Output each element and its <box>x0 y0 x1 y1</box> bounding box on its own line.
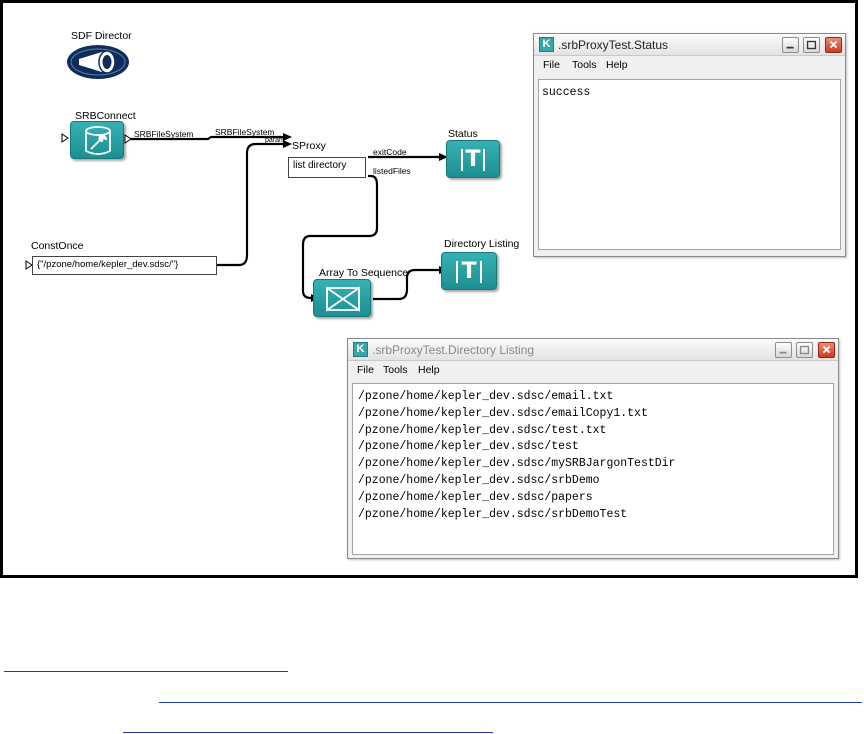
listing-line: /pzone/home/kepler_dev.sdsc/test <box>358 440 579 454</box>
kepler-k-icon: K <box>539 37 554 52</box>
srbconnect-input-port[interactable] <box>61 133 69 143</box>
menu-help[interactable]: Help <box>606 59 628 71</box>
bowtie-icon <box>326 286 360 312</box>
listing-line: /pzone/home/kepler_dev.sdsc/emailCopy1.t… <box>358 406 648 420</box>
minimize-icon <box>779 351 787 354</box>
kepler-k-icon: K <box>353 342 368 357</box>
array-to-sequence-actor[interactable] <box>313 279 371 317</box>
status-window-menubar: File Tools Help <box>534 56 845 74</box>
maximize-icon <box>806 40 817 50</box>
minimize-button[interactable] <box>775 342 792 358</box>
listing-window-text-area[interactable]: /pzone/home/kepler_dev.sdsc/email.txt /p… <box>352 383 834 555</box>
sproxy-actor[interactable]: list directory <box>288 157 366 178</box>
sproxy-label: SProxy <box>292 140 326 152</box>
listing-window[interactable]: K .srbProxyTest.Directory Listing File T… <box>347 338 839 559</box>
director-icon[interactable] <box>65 42 131 82</box>
director-label: SDF Director <box>71 30 132 42</box>
listing-window-titlebar[interactable]: K .srbProxyTest.Directory Listing <box>348 339 838 361</box>
menu-file[interactable]: File <box>357 364 374 376</box>
maximize-button[interactable] <box>803 37 820 53</box>
status-actor-label: Status <box>448 128 478 140</box>
status-window-text-area[interactable]: success <box>538 79 841 250</box>
listing-line: /pzone/home/kepler_dev.sdsc/test.txt <box>358 423 607 437</box>
directory-listing-actor-label: Directory Listing <box>444 238 520 250</box>
text-display-icon: T <box>461 258 477 284</box>
srbconnect-output-port-label: SRBFileSystem <box>134 129 194 139</box>
status-text: success <box>542 86 591 99</box>
close-button[interactable] <box>818 342 835 358</box>
array-to-sequence-label: Array To Sequence <box>319 267 409 279</box>
maximize-button[interactable] <box>796 342 813 358</box>
wire-constonce-sproxy <box>217 142 283 267</box>
listing-window-title: .srbProxyTest.Directory Listing <box>372 343 535 357</box>
listing-line: /pzone/home/kepler_dev.sdsc/papers <box>358 490 593 504</box>
sproxy-param-port-label: param <box>265 137 285 144</box>
menu-tools[interactable]: Tools <box>572 59 597 71</box>
link-underline <box>159 702 862 703</box>
sproxy-listedfiles-port-label: listedFiles <box>373 166 411 176</box>
menu-help[interactable]: Help <box>418 364 440 376</box>
sproxy-exitcode-port-label: exitCode <box>373 147 407 157</box>
listing-line: /pzone/home/kepler_dev.sdsc/mySRBJargonT… <box>358 457 676 471</box>
close-icon <box>822 345 831 354</box>
link-underline <box>4 671 288 672</box>
maximize-icon <box>799 345 810 355</box>
listing-line: /pzone/home/kepler_dev.sdsc/srbDemoTest <box>358 507 628 521</box>
workflow-canvas[interactable]: SDF Director SRBConnect SRBFileSystem SR… <box>0 0 858 578</box>
close-icon <box>829 40 838 49</box>
database-wrench-icon <box>85 126 111 155</box>
close-button[interactable] <box>825 37 842 53</box>
menu-file[interactable]: File <box>543 59 560 71</box>
srbconnect-output-port[interactable] <box>124 134 132 144</box>
status-window-titlebar[interactable]: K .srbProxyTest.Status <box>534 34 845 56</box>
status-window-title: .srbProxyTest.Status <box>558 38 669 52</box>
listing-window-menubar: File Tools Help <box>348 361 838 379</box>
text-display-icon: T <box>465 146 481 172</box>
constonce-label: ConstOnce <box>31 240 84 252</box>
sproxy-input-port-label: SRBFileSystem <box>215 127 275 137</box>
status-actor[interactable]: T <box>446 140 500 178</box>
minimize-button[interactable] <box>782 37 799 53</box>
link-underline <box>123 732 493 733</box>
status-window[interactable]: K .srbProxyTest.Status File Tools Help s… <box>533 33 846 257</box>
constonce-actor[interactable]: {"/pzone/home/kepler_dev.sdsc/"} <box>32 256 217 275</box>
minimize-icon <box>786 46 794 49</box>
directory-listing-actor[interactable]: T <box>441 252 497 290</box>
listing-line: /pzone/home/kepler_dev.sdsc/srbDemo <box>358 473 600 487</box>
menu-tools[interactable]: Tools <box>383 364 408 376</box>
listing-line: /pzone/home/kepler_dev.sdsc/email.txt <box>358 390 614 403</box>
srbconnect-actor[interactable] <box>70 121 124 159</box>
